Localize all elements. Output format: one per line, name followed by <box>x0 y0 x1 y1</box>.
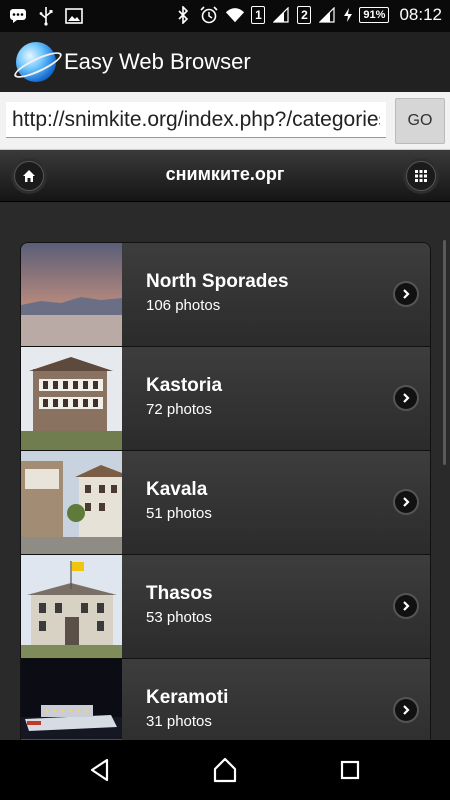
signal-icon <box>271 5 291 25</box>
category-item[interactable]: North Sporades 106 photos <box>21 243 430 347</box>
category-count: 53 photos <box>146 609 212 626</box>
category-count: 51 photos <box>146 505 212 522</box>
globe-icon <box>16 42 56 82</box>
battery-indicator: 91% <box>359 7 390 23</box>
go-button[interactable]: GO <box>395 98 445 144</box>
category-list: North Sporades 106 photos Kastoria 72 ph… <box>20 242 431 740</box>
category-thumbnail <box>21 555 122 658</box>
chevron-right-icon <box>395 595 417 617</box>
back-icon <box>90 758 109 782</box>
category-title: Kastoria <box>146 375 223 396</box>
category-count: 72 photos <box>146 401 212 418</box>
category-count: 106 photos <box>146 297 221 314</box>
status-bar: 1 2 91% 08:12 <box>0 0 450 32</box>
category-title: North Sporades <box>146 271 289 292</box>
chat-icon <box>8 6 28 26</box>
clock: 08:12 <box>399 5 442 24</box>
sim2-indicator: 2 <box>297 6 312 24</box>
chevron-right-icon <box>395 699 417 721</box>
alarm-icon <box>199 5 219 25</box>
site-title: снимките.орг <box>165 164 285 184</box>
url-input[interactable] <box>6 102 386 138</box>
category-item[interactable]: Kavala 51 photos <box>21 451 430 555</box>
nav-home-button[interactable] <box>209 754 241 786</box>
app-title: Easy Web Browser <box>64 49 251 74</box>
recents-icon <box>340 760 360 780</box>
wifi-icon <box>225 5 245 25</box>
sim1-indicator: 1 <box>251 6 266 24</box>
site-menu-button[interactable] <box>406 161 436 191</box>
category-thumbnail <box>21 243 122 346</box>
grid-icon <box>415 170 427 182</box>
category-item[interactable]: Keramoti 31 photos <box>21 659 430 740</box>
url-bar: GO <box>0 92 450 150</box>
category-title: Thasos <box>146 583 213 604</box>
charging-icon <box>343 5 353 25</box>
bluetooth-icon <box>173 5 193 25</box>
category-title: Keramoti <box>146 687 229 708</box>
nav-back-button[interactable] <box>84 754 116 786</box>
site-header: снимките.орг <box>0 150 450 202</box>
category-item[interactable]: Kastoria 72 photos <box>21 347 430 451</box>
signal-icon <box>317 5 337 25</box>
chevron-right-icon <box>395 283 417 305</box>
home-icon <box>213 757 237 783</box>
category-thumbnail <box>21 347 122 450</box>
category-thumbnail <box>21 659 122 740</box>
web-content: снимките.орг North Sporades 106 photos K… <box>0 150 450 740</box>
usb-icon <box>36 6 56 26</box>
category-thumbnail <box>21 451 122 554</box>
category-count: 31 photos <box>146 713 212 730</box>
category-title: Kavala <box>146 479 208 500</box>
scrollbar[interactable] <box>443 240 446 465</box>
app-bar: Easy Web Browser <box>0 32 450 92</box>
nav-recents-button[interactable] <box>334 754 366 786</box>
image-icon <box>64 6 84 26</box>
category-item[interactable]: Thasos 53 photos <box>21 555 430 659</box>
system-nav-bar <box>0 740 450 800</box>
chevron-right-icon <box>395 491 417 513</box>
chevron-right-icon <box>395 387 417 409</box>
